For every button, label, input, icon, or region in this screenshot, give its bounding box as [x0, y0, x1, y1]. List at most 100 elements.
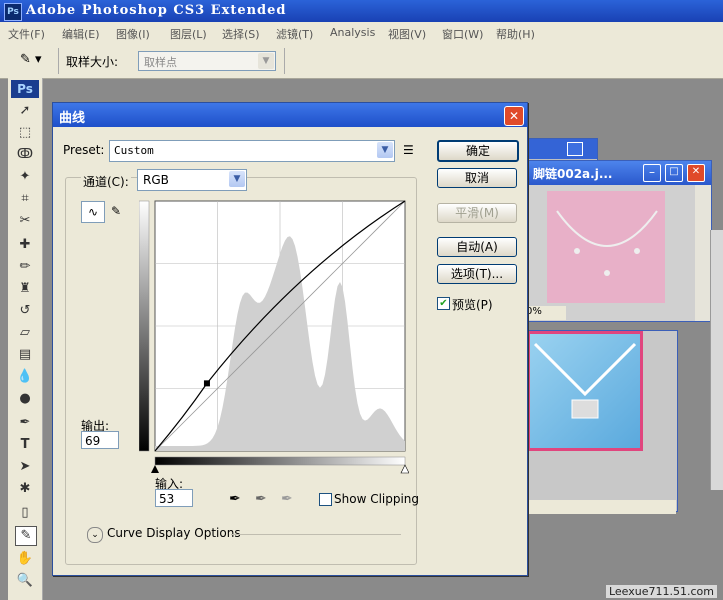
channel-value: RGB: [143, 173, 169, 187]
document-scrollbar[interactable]: [695, 185, 711, 321]
hand-tool-icon[interactable]: ✋: [15, 550, 35, 568]
crop-tool-icon[interactable]: ⌗: [15, 190, 35, 208]
eyedropper-tool-preset-icon[interactable]: ✎ ▾: [20, 52, 52, 70]
pencil-tool-icon[interactable]: ✎: [107, 201, 125, 221]
document-title: 脚链002a.j...: [533, 167, 613, 181]
brush-tool-icon[interactable]: ✏: [15, 258, 35, 276]
menu-filter[interactable]: 滤镜(T): [276, 26, 313, 42]
black-eyedropper-icon[interactable]: ✒: [229, 491, 241, 507]
curve-display-options-label[interactable]: Curve Display Options: [107, 526, 241, 540]
healing-brush-tool-icon[interactable]: ✚: [15, 236, 35, 254]
menu-edit[interactable]: 编辑(E): [62, 26, 100, 42]
show-clipping-checkbox[interactable]: [319, 493, 332, 506]
photoshop-logo-icon: Ps: [4, 3, 22, 21]
gray-eyedropper-icon[interactable]: ✒: [255, 491, 267, 507]
blur-tool-icon[interactable]: 💧: [15, 368, 35, 386]
menu-layer[interactable]: 图层(L): [170, 26, 207, 42]
input-gradient-bar: [154, 456, 406, 466]
show-clipping-label[interactable]: Show Clipping: [334, 492, 419, 506]
type-tool-icon[interactable]: T: [15, 436, 35, 454]
input-field[interactable]: 53: [155, 489, 193, 507]
menu-bar: 文件(F) 编辑(E) 图像(I) 图层(L) 选择(S) 滤镜(T) Anal…: [0, 22, 723, 45]
path-selection-tool-icon[interactable]: ➤: [15, 458, 35, 476]
options-button[interactable]: 选项(T)...: [437, 264, 517, 284]
magic-wand-tool-icon[interactable]: ✦: [15, 168, 35, 186]
divider: [231, 534, 401, 535]
lasso-tool-icon[interactable]: ↂ: [15, 146, 35, 164]
document-scrollbar[interactable]: [710, 230, 723, 490]
dialog-titlebar: 曲线 ✕: [53, 103, 527, 127]
dodge-tool-icon[interactable]: ●: [15, 390, 35, 408]
cancel-button[interactable]: 取消: [437, 168, 517, 188]
menu-image[interactable]: 图像(I): [116, 26, 150, 42]
channel-select[interactable]: RGB ▼: [137, 169, 247, 191]
zoom-tool-icon[interactable]: 🔍: [15, 572, 35, 590]
close-icon[interactable]: ✕: [504, 106, 524, 126]
options-bar: ✎ ▾ 取样大小: 取样点 ▼: [0, 44, 723, 79]
zoom-value: 0%: [526, 306, 542, 317]
anklet-chain-image: [556, 210, 658, 276]
smooth-button[interactable]: 平滑(M): [437, 203, 517, 223]
sample-size-select[interactable]: 取样点 ▼: [138, 51, 276, 71]
minimize-icon[interactable]: [567, 142, 583, 156]
white-point-slider[interactable]: [400, 464, 409, 474]
menu-window[interactable]: 窗口(W): [442, 26, 483, 42]
white-eyedropper-icon[interactable]: ✒: [281, 491, 293, 507]
curve-point-tool-icon[interactable]: ∿: [81, 201, 105, 223]
preset-label: Preset:: [63, 143, 105, 157]
necklace-image: [533, 342, 637, 419]
status-bar: [526, 500, 676, 514]
document-titlebar: 脚链002a.j... – □ ✕: [527, 161, 711, 185]
eyedropper-tool-icon[interactable]: ✎: [15, 526, 37, 546]
gradient-tool-icon[interactable]: ▤: [15, 346, 35, 364]
output-field[interactable]: 69: [81, 431, 119, 449]
expand-chevron-icon[interactable]: ⌄: [87, 527, 103, 543]
close-icon[interactable]: ✕: [687, 164, 705, 182]
watermark: Leexue711.51.com: [605, 585, 717, 598]
shape-tool-icon[interactable]: ✱: [15, 480, 35, 498]
maximize-icon[interactable]: □: [665, 164, 683, 182]
options-divider: [58, 48, 59, 74]
move-tool-icon[interactable]: ➚: [15, 102, 35, 120]
curve-graph[interactable]: [139, 199, 409, 475]
preview-label[interactable]: 预览(P): [452, 296, 493, 313]
menu-help[interactable]: 帮助(H): [496, 26, 535, 42]
preset-select[interactable]: Custom ▼: [109, 140, 395, 162]
app-title: Adobe Photoshop CS3 Extended: [26, 3, 287, 18]
marquee-tool-icon[interactable]: ⬚: [15, 124, 35, 142]
curve-control-point[interactable]: [203, 380, 210, 387]
document-window-anklet[interactable]: 脚链002a.j... – □ ✕: [526, 160, 712, 322]
document-titlebar: [527, 139, 597, 159]
chevron-down-icon: ▼: [258, 53, 274, 69]
document-window-necklace[interactable]: [526, 330, 678, 512]
preview-checkbox[interactable]: ✔: [437, 297, 450, 310]
output-gradient-bar: [139, 200, 150, 452]
eraser-tool-icon[interactable]: ▱: [15, 324, 35, 342]
black-point-slider[interactable]: [151, 465, 159, 473]
options-divider: [284, 48, 285, 74]
chevron-down-icon: ▼: [377, 142, 393, 158]
dialog-title: 曲线: [59, 111, 86, 126]
sample-size-value: 取样点: [144, 56, 177, 69]
history-brush-tool-icon[interactable]: ↺: [15, 302, 35, 320]
slice-tool-icon[interactable]: ✂: [15, 212, 35, 230]
channel-label: 通道(C):: [81, 173, 131, 190]
clone-stamp-tool-icon[interactable]: ♜: [15, 280, 35, 298]
menu-select[interactable]: 选择(S): [222, 26, 260, 42]
menu-file[interactable]: 文件(F): [8, 26, 45, 42]
preset-menu-icon[interactable]: ☰: [403, 143, 419, 157]
app-titlebar: Ps Adobe Photoshop CS3 Extended: [0, 0, 723, 22]
toolbox: Ps ➚ ⬚ ↂ ✦ ⌗ ✂ ✚ ✏ ♜ ↺ ▱ ▤ 💧 ● ✒ T ➤ ✱ ▯…: [8, 78, 43, 600]
menu-view[interactable]: 视图(V): [388, 26, 426, 42]
auto-button[interactable]: 自动(A): [437, 237, 517, 257]
necklace-photo: [527, 331, 643, 451]
minimize-icon[interactable]: –: [643, 164, 661, 182]
pen-tool-icon[interactable]: ✒: [15, 414, 35, 432]
menu-analysis[interactable]: Analysis: [330, 26, 375, 39]
zoom-status: 0%: [526, 306, 566, 320]
ok-button[interactable]: 确定: [437, 140, 519, 162]
curves-dialog: 曲线 ✕ Preset: Custom ▼ ☰ 通道(C): RGB ▼ ∿ ✎: [52, 102, 528, 576]
anklet-photo: [547, 191, 665, 303]
notes-tool-icon[interactable]: ▯: [15, 504, 35, 522]
preset-value: Custom: [114, 144, 154, 157]
